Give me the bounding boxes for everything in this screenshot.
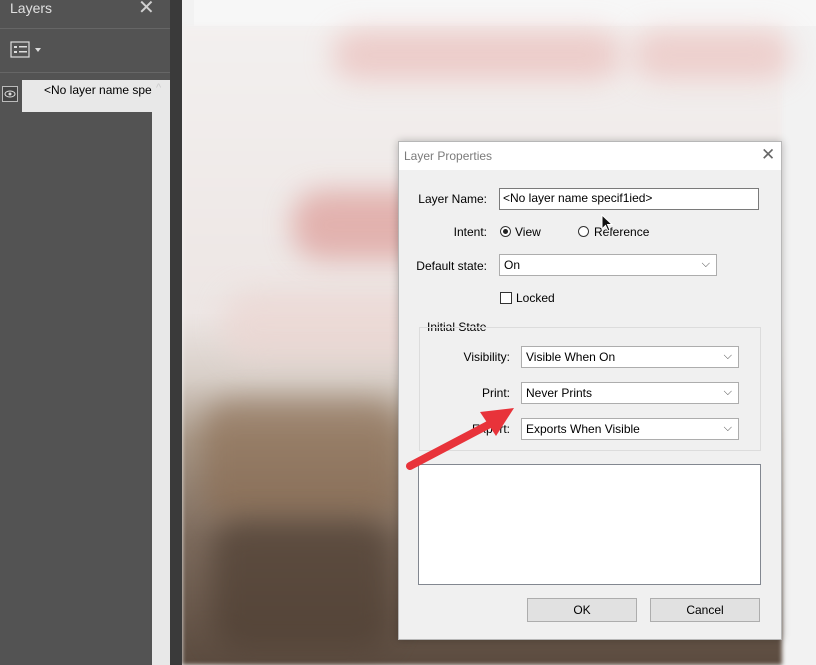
annotation-arrow	[406, 408, 514, 470]
mouse-cursor-icon	[601, 214, 613, 232]
